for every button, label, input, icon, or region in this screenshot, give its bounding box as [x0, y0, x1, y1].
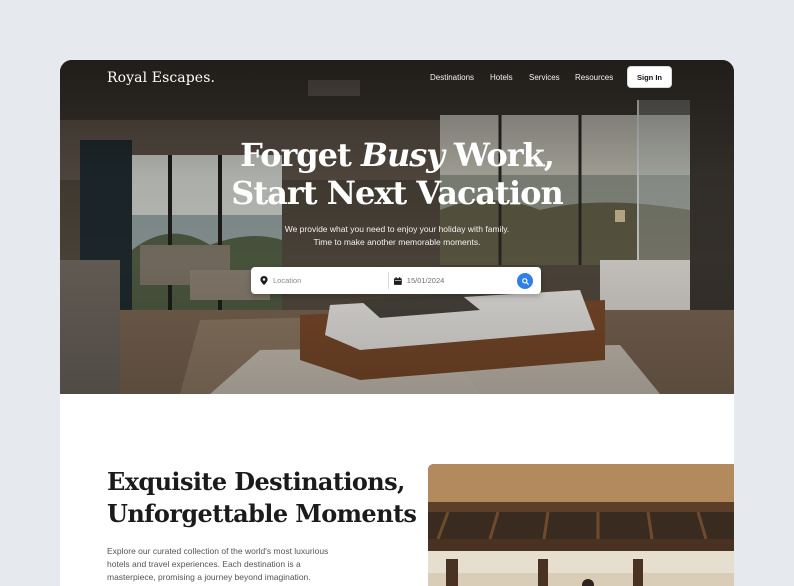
search-bar: [251, 267, 541, 294]
nav-link-destinations[interactable]: Destinations: [430, 73, 474, 82]
search-divider: [388, 272, 389, 289]
page-frame: Royal Escapes. Destinations Hotels Servi…: [60, 60, 734, 586]
hero-title-line2: Start Next Vacation: [231, 174, 563, 212]
brand-logo[interactable]: Royal Escapes.: [107, 70, 215, 86]
date-input[interactable]: [406, 276, 504, 285]
nav-link-services[interactable]: Services: [529, 73, 560, 82]
location-input[interactable]: [273, 276, 373, 285]
nav-link-resources[interactable]: Resources: [575, 73, 613, 82]
map-pin-icon: [260, 276, 268, 285]
nav-link-hotels[interactable]: Hotels: [490, 73, 513, 82]
calendar-icon: [394, 276, 402, 285]
hero-section: Royal Escapes. Destinations Hotels Servi…: [60, 60, 734, 394]
destinations-description: Explore our curated collection of the wo…: [107, 546, 329, 582]
hero-title: Forget Busy Work, Start Next Vacation: [60, 136, 734, 212]
destinations-title: Exquisite Destinations, Unforgettable Mo…: [107, 467, 417, 528]
hero-title-line1: Forget Busy Work,: [240, 136, 555, 174]
hero-subtitle: We provide what you need to enjoy your h…: [284, 224, 510, 247]
destination-photo-image: [428, 464, 734, 586]
location-field[interactable]: [260, 267, 380, 294]
sign-in-button[interactable]: Sign In: [627, 66, 672, 88]
search-button[interactable]: [517, 273, 533, 289]
hero-title-emphasis: Busy: [360, 136, 445, 174]
search-icon: [521, 277, 529, 285]
top-navigation: Royal Escapes. Destinations Hotels Servi…: [60, 60, 734, 96]
destination-photo: [428, 464, 734, 586]
date-field[interactable]: [394, 267, 504, 294]
